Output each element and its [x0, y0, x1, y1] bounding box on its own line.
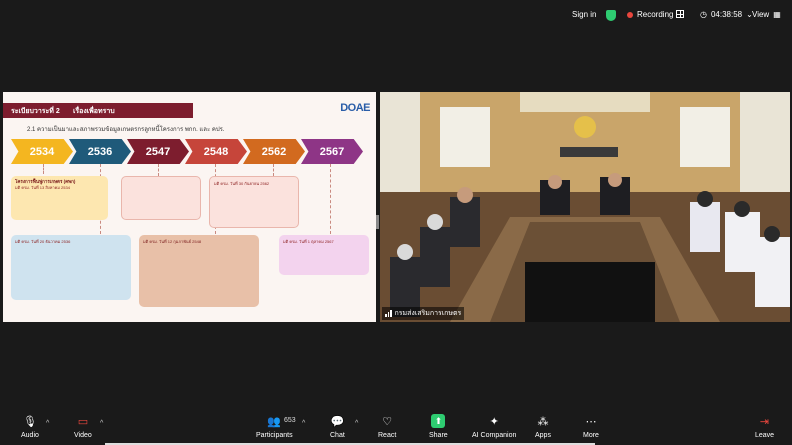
view-grid-icon: ▦: [773, 10, 781, 19]
chevron-up-icon[interactable]: ^: [355, 420, 358, 427]
react-label: React: [378, 432, 397, 439]
view-button[interactable]: View ▦: [752, 10, 781, 19]
participants-icon: 👥: [267, 415, 282, 428]
video-button[interactable]: ▭ Video: [74, 414, 92, 440]
timeline-box: มติ ครม. วันที่ 1 ตุลาคม 2567: [279, 235, 369, 275]
timer-label: 04:38:58: [710, 10, 743, 19]
participant-video[interactable]: กรมส่งเสริมการเกษตร: [380, 92, 790, 322]
connector-line: [158, 164, 159, 176]
year-arrow: 2547: [127, 139, 189, 164]
share-screen-icon: ⬆: [431, 414, 446, 428]
ai-companion-button[interactable]: ✦ AI Companion: [472, 414, 517, 440]
apps-label: Apps: [535, 432, 551, 439]
chat-label: Chat: [330, 432, 345, 439]
chat-icon: 💬: [330, 415, 345, 428]
slide-subtitle: 2.1 ความเป็นมาและสภาพรวมข้อมูลเกษตรกรลูก…: [27, 127, 225, 133]
grid-icon[interactable]: [676, 10, 684, 18]
video-label: Video: [74, 432, 92, 439]
timeline-box: มติ ครม. วันที่ 30 กันยายน 2562: [209, 176, 299, 228]
microphone-icon: 🎙: [22, 415, 37, 428]
doae-logo: DOAE: [340, 102, 370, 114]
apps-icon: ⁂: [537, 415, 549, 428]
shared-slide: ระเบียบวาระที่ 2 เรื่องเพื่อทราบ DOAE 2.…: [3, 92, 376, 322]
connector-line: [43, 164, 44, 174]
top-bar: Sign in Recording ◷ 04:38:58 ⌄ View ▦: [0, 0, 792, 34]
chevron-up-icon[interactable]: ^: [100, 420, 103, 427]
leave-button[interactable]: ⇥ Leave: [755, 414, 775, 440]
react-button[interactable]: ♡ React: [378, 414, 397, 440]
sparkle-icon: ✦: [489, 415, 499, 428]
shield-icon[interactable]: [606, 10, 616, 21]
year-arrow: 2534: [11, 139, 73, 164]
leave-label: Leave: [755, 432, 775, 439]
year-arrow: 2548: [185, 139, 247, 164]
participants-label: Participants: [256, 432, 293, 439]
split-handle[interactable]: [376, 215, 379, 229]
timeline-box: โครงการฟื้นฟูการเกษตร (คพก) มติ ครม. วัน…: [11, 176, 108, 220]
year-arrow: 2536: [69, 139, 131, 164]
signin-button[interactable]: Sign in: [572, 10, 596, 19]
participants-count: 653: [284, 417, 296, 424]
record-dot-icon: [627, 11, 633, 18]
clock-icon: ◷: [700, 10, 707, 19]
more-button[interactable]: ⋯ More: [583, 414, 599, 440]
timeline-box: [121, 176, 201, 220]
more-label: More: [583, 432, 599, 439]
participant-name-tag: กรมส่งเสริมการเกษตร: [382, 307, 465, 320]
timeline-box: มติ ครม. วันที่ 20 ธันวาคม 2536: [11, 235, 131, 300]
meeting-room-scene: [380, 92, 790, 322]
year-arrow: 2567: [301, 139, 363, 164]
more-icon: ⋯: [585, 415, 597, 428]
meeting-timer: ◷ 04:38:58 ⌄: [700, 10, 753, 19]
signin-label: Sign in: [572, 10, 597, 19]
slide-header-agenda: ระเบียบวาระที่ 2: [11, 108, 60, 115]
camera-off-icon: ▭: [77, 415, 89, 428]
participant-name: กรมส่งเสริมการเกษตร: [394, 310, 462, 317]
chevron-up-icon[interactable]: ^: [302, 420, 305, 427]
share-label: Share: [429, 432, 448, 439]
meeting-toolbar: 🎙 Audio ^ ▭ Video ^ 👥 Participants 653 ^…: [0, 410, 792, 445]
ai-companion-label: AI Companion: [472, 432, 517, 439]
apps-button[interactable]: ⁂ Apps: [535, 414, 551, 440]
recording-indicator[interactable]: Recording: [627, 10, 673, 19]
signal-bars-icon: [385, 310, 392, 317]
slide-header-topic: เรื่องเพื่อทราบ: [73, 108, 115, 115]
connector-line: [273, 164, 274, 176]
slide-header: ระเบียบวาระที่ 2 เรื่องเพื่อทราบ: [3, 103, 193, 118]
recording-label: Recording: [637, 10, 674, 19]
chevron-up-icon[interactable]: ^: [46, 420, 49, 427]
year-arrow: 2562: [243, 139, 305, 164]
chat-button[interactable]: 💬 Chat: [330, 414, 345, 440]
timeline-box: มติ ครม. วันที่ 12 กุมภาพันธ์ 2548: [139, 235, 259, 307]
audio-label: Audio: [21, 432, 39, 439]
connector-line: [330, 164, 331, 234]
leave-icon: ⇥: [759, 415, 770, 428]
share-button[interactable]: ⬆ Share: [429, 414, 448, 439]
view-label: View: [752, 10, 770, 19]
audio-button[interactable]: 🎙 Audio: [21, 414, 39, 440]
heart-icon: ♡: [382, 415, 393, 428]
